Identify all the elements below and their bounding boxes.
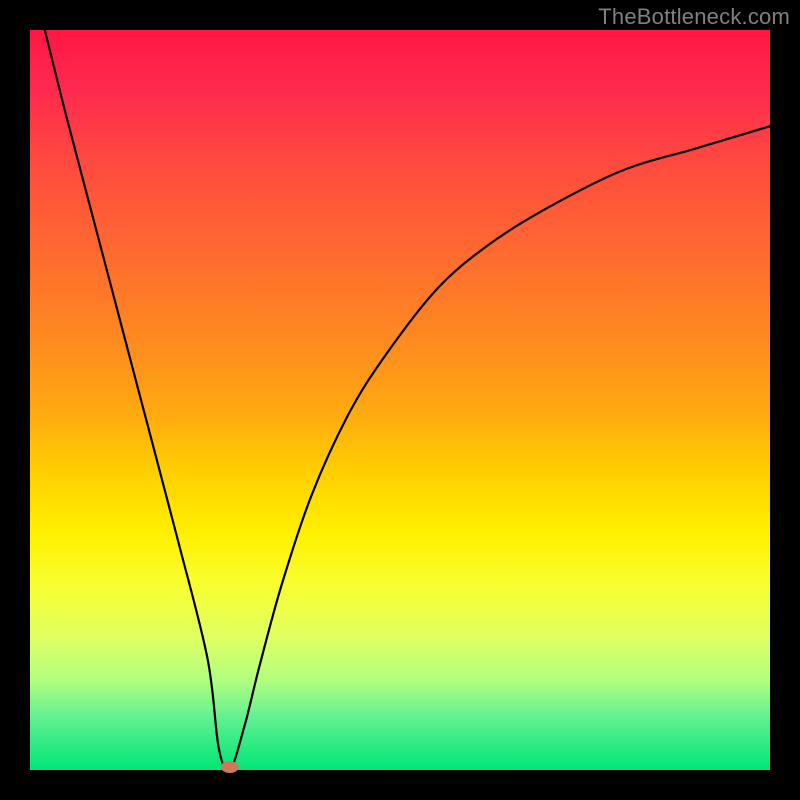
chart-frame: TheBottleneck.com bbox=[0, 0, 800, 800]
plot-area bbox=[30, 30, 770, 770]
bottleneck-curve bbox=[45, 30, 770, 771]
curve-svg bbox=[30, 30, 770, 770]
watermark-text: TheBottleneck.com bbox=[598, 4, 790, 30]
notch-marker bbox=[221, 761, 239, 773]
